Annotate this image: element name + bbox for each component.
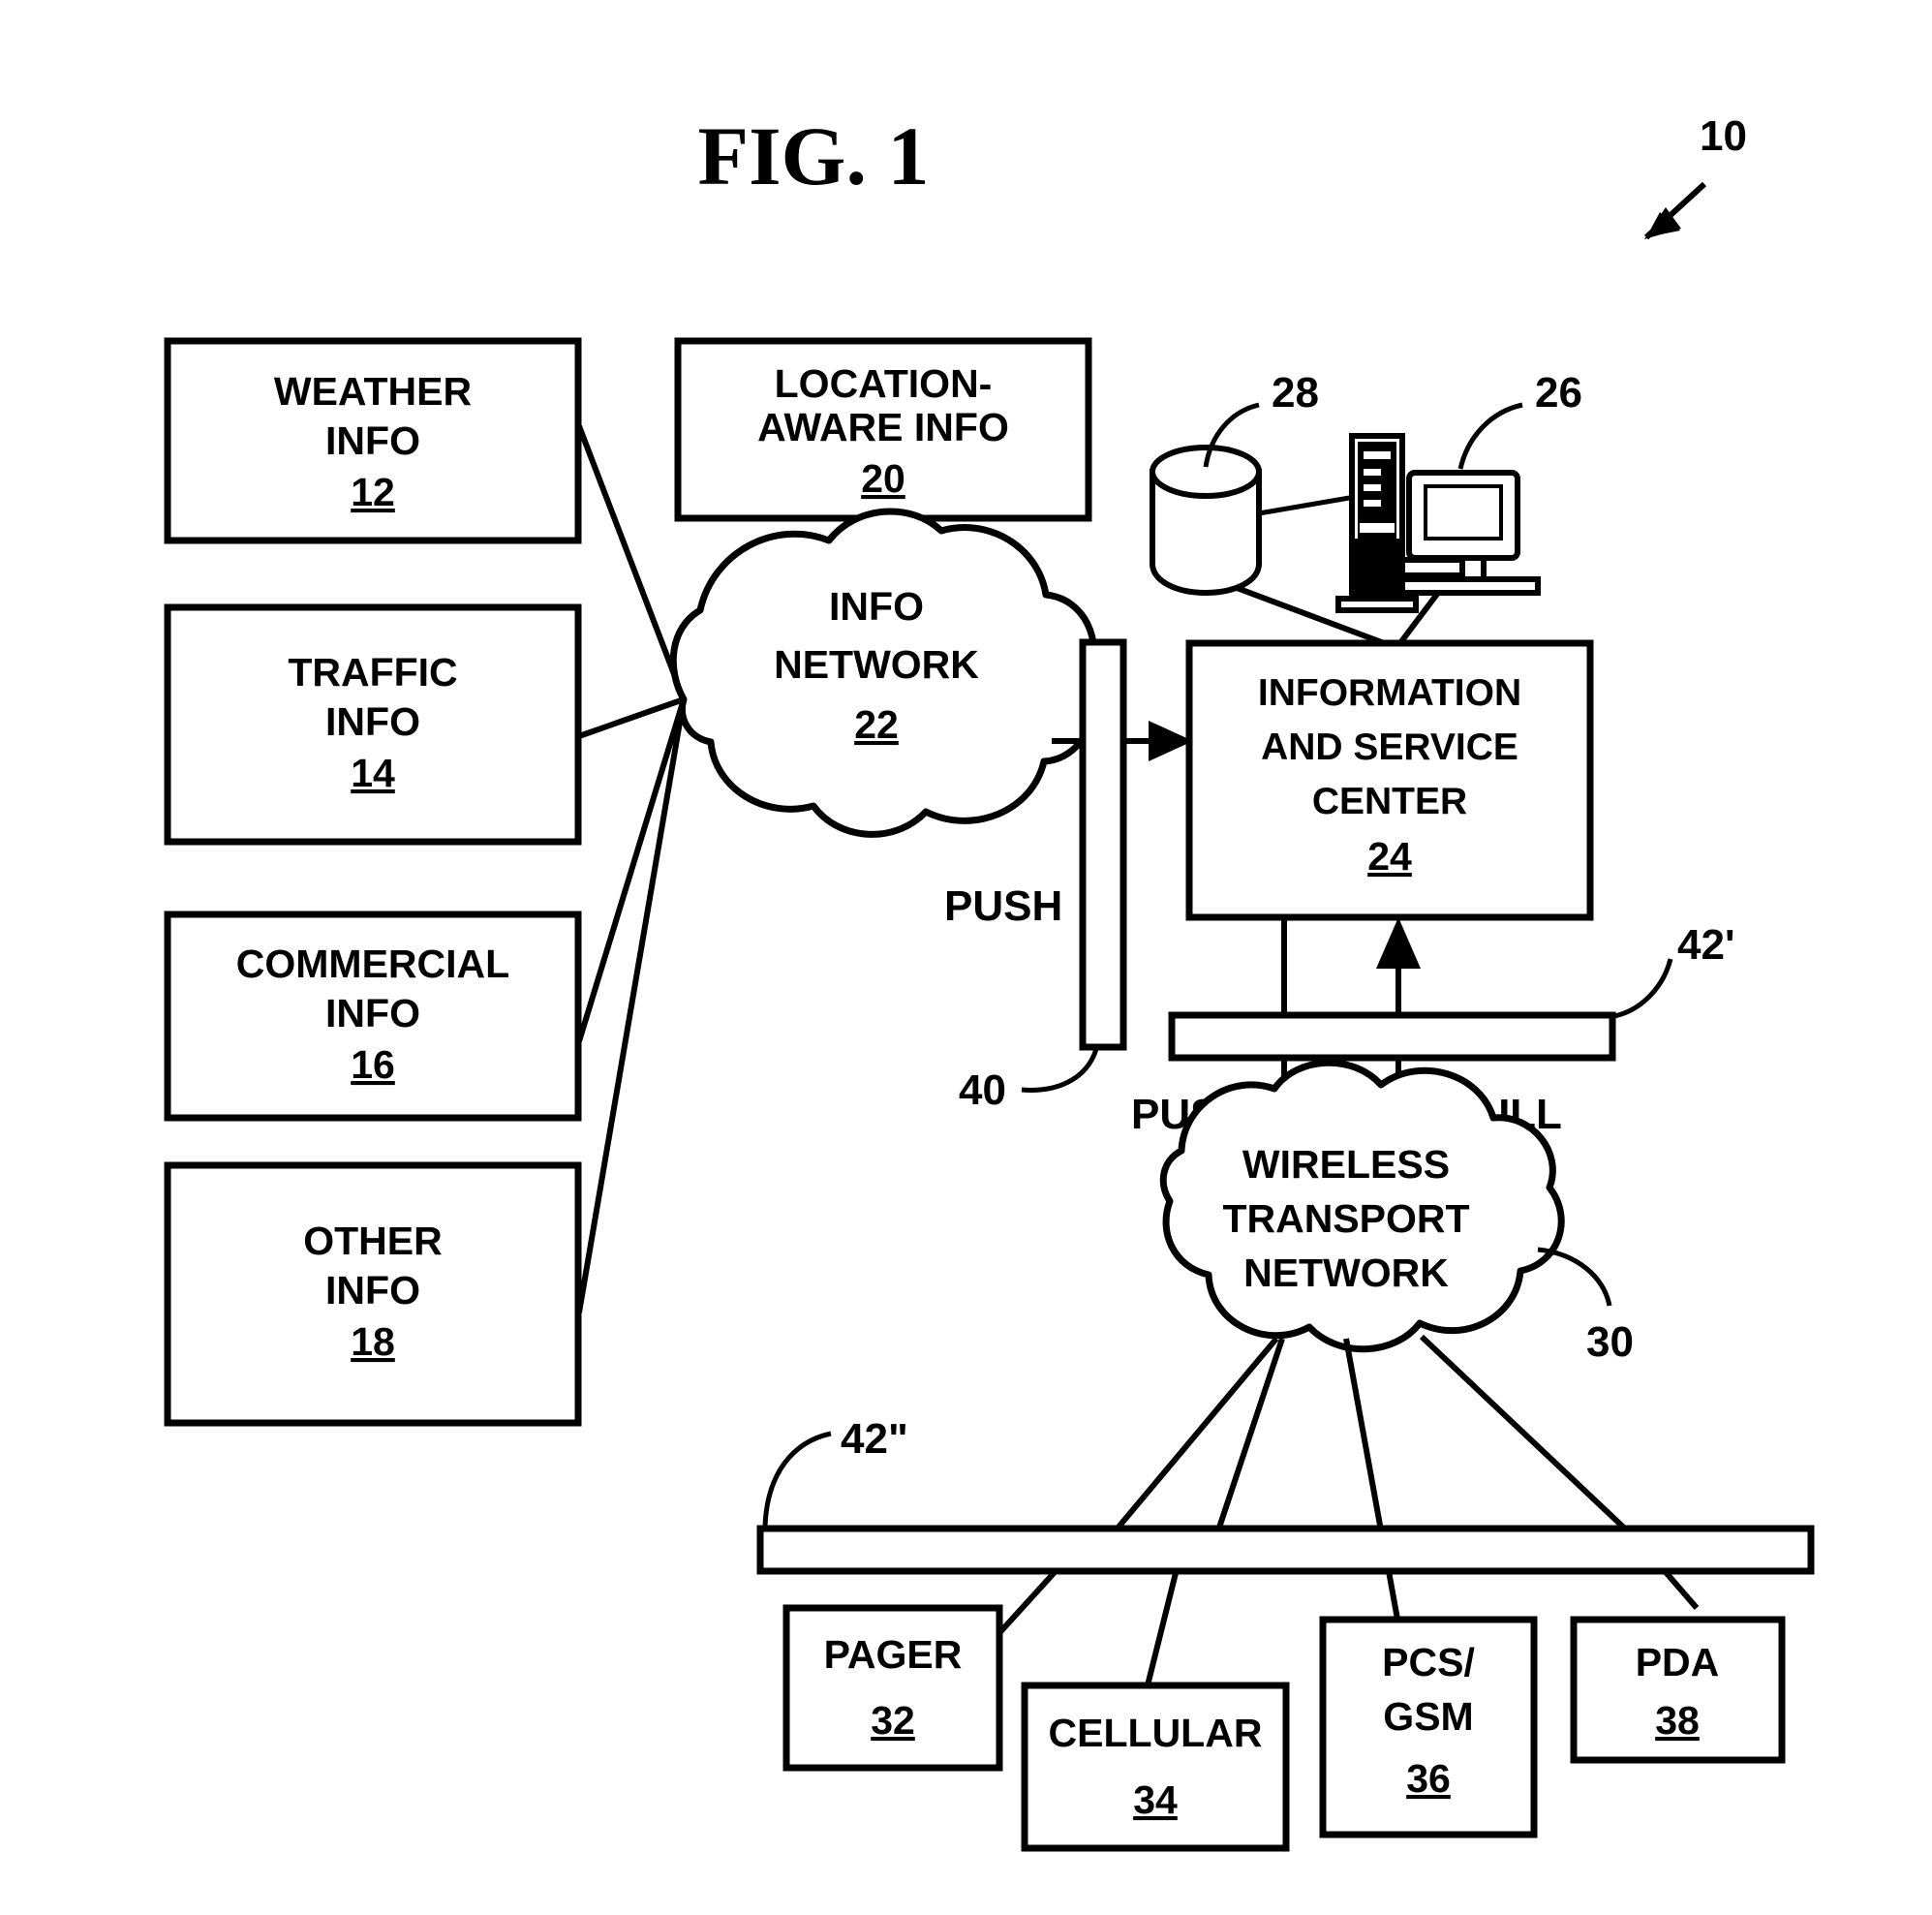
source-box-other-info[interactable]: OTHER INFO 18 [164, 1161, 582, 1427]
source-box-weather-info[interactable]: WEATHER INFO 12 [164, 337, 582, 544]
push-label-network: PUSH [944, 882, 1062, 930]
interface-bar-40[interactable] [1079, 638, 1127, 1051]
pcs-gsm-line-2: GSM [1383, 1694, 1473, 1739]
other-info-line-1: OTHER [303, 1219, 443, 1263]
other-info-line-2: INFO [325, 1268, 420, 1313]
traffic-info-line-2: INFO [325, 699, 420, 744]
service-center-line-1: INFORMATION [1258, 672, 1521, 714]
device-box-pda[interactable]: PDA 38 [1570, 1616, 1786, 1764]
info-network-ref: 22 [854, 702, 899, 747]
leader-42-prime [1609, 958, 1673, 1020]
interface-bar-42-prime[interactable] [1168, 1011, 1616, 1062]
weather-info-line-1: WEATHER [274, 369, 472, 414]
wireless-network-line-3: NETWORK [1243, 1251, 1449, 1295]
commercial-info-ref: 16 [351, 1042, 395, 1087]
service-center-ref: 24 [1367, 834, 1412, 879]
service-center-line-3: CENTER [1312, 781, 1467, 822]
computer-workstation-icon [1335, 433, 1541, 613]
info-network-line-2: NETWORK [774, 642, 979, 687]
pda-line-1: PDA [1636, 1640, 1720, 1684]
info-network-line-1: INFO [829, 584, 924, 629]
location-aware-info-ref: 20 [861, 456, 905, 501]
database-icon [1150, 445, 1262, 597]
source-box-location-aware-info[interactable]: LOCATION- AWARE INFO 20 [674, 337, 1092, 522]
other-info-ref: 18 [351, 1319, 395, 1364]
wireless-network-line-2: TRANSPORT [1222, 1196, 1469, 1241]
patent-figure: FIG. 1 10 WEATHER INFO 12 TRAFFIC INFO 1… [0, 0, 1932, 1915]
ref-label-30: 30 [1586, 1318, 1634, 1366]
ref-label-42-prime: 42' [1677, 921, 1734, 969]
cellular-line-1: CELLULAR [1049, 1711, 1263, 1755]
ref-label-42-double-prime: 42" [841, 1415, 908, 1463]
weather-info-line-2: INFO [325, 418, 420, 463]
ref-label-10: 10 [1700, 112, 1747, 160]
leader-40 [1021, 1048, 1099, 1093]
device-box-pcs-gsm[interactable]: PCS/ GSM 36 [1319, 1616, 1538, 1838]
pcs-gsm-line-1: PCS/ [1382, 1640, 1475, 1684]
device-box-cellular[interactable]: CELLULAR 34 [1021, 1682, 1290, 1852]
location-aware-info-line-1: LOCATION- [775, 361, 993, 406]
ref-label-26: 26 [1535, 369, 1582, 417]
device-box-pager[interactable]: PAGER 32 [782, 1604, 1003, 1772]
commercial-info-line-1: COMMERCIAL [236, 942, 509, 986]
pager-ref: 32 [871, 1698, 915, 1743]
ref-label-28: 28 [1272, 369, 1319, 417]
pda-ref: 38 [1655, 1698, 1700, 1743]
weather-info-ref: 12 [351, 470, 395, 514]
figure-title: FIG. 1 [698, 109, 930, 202]
system-ref-arrow [1643, 181, 1707, 240]
pcs-gsm-ref: 36 [1406, 1756, 1451, 1801]
commercial-info-line-2: INFO [325, 991, 420, 1035]
leader-42-double-prime [762, 1431, 832, 1528]
pager-line-1: PAGER [824, 1632, 963, 1677]
ref-label-40: 40 [959, 1066, 1006, 1114]
traffic-info-line-1: TRAFFIC [288, 650, 457, 695]
source-box-traffic-info[interactable]: TRAFFIC INFO 14 [164, 603, 582, 846]
leader-26 [1457, 402, 1523, 470]
cellular-ref: 34 [1133, 1777, 1178, 1822]
info-network-cloud[interactable]: INFO NETWORK 22 [669, 508, 1097, 838]
location-aware-info-line-2: AWARE INFO [757, 405, 1009, 449]
information-service-center-box[interactable]: INFORMATION AND SERVICE CENTER 24 [1185, 639, 1594, 921]
traffic-info-ref: 14 [351, 751, 395, 795]
wireless-network-line-1: WIRELESS [1242, 1142, 1450, 1187]
service-center-line-2: AND SERVICE [1261, 726, 1518, 768]
source-box-commercial-info[interactable]: COMMERCIAL INFO 16 [164, 911, 582, 1122]
interface-bar-42-double-prime[interactable] [756, 1525, 1815, 1575]
